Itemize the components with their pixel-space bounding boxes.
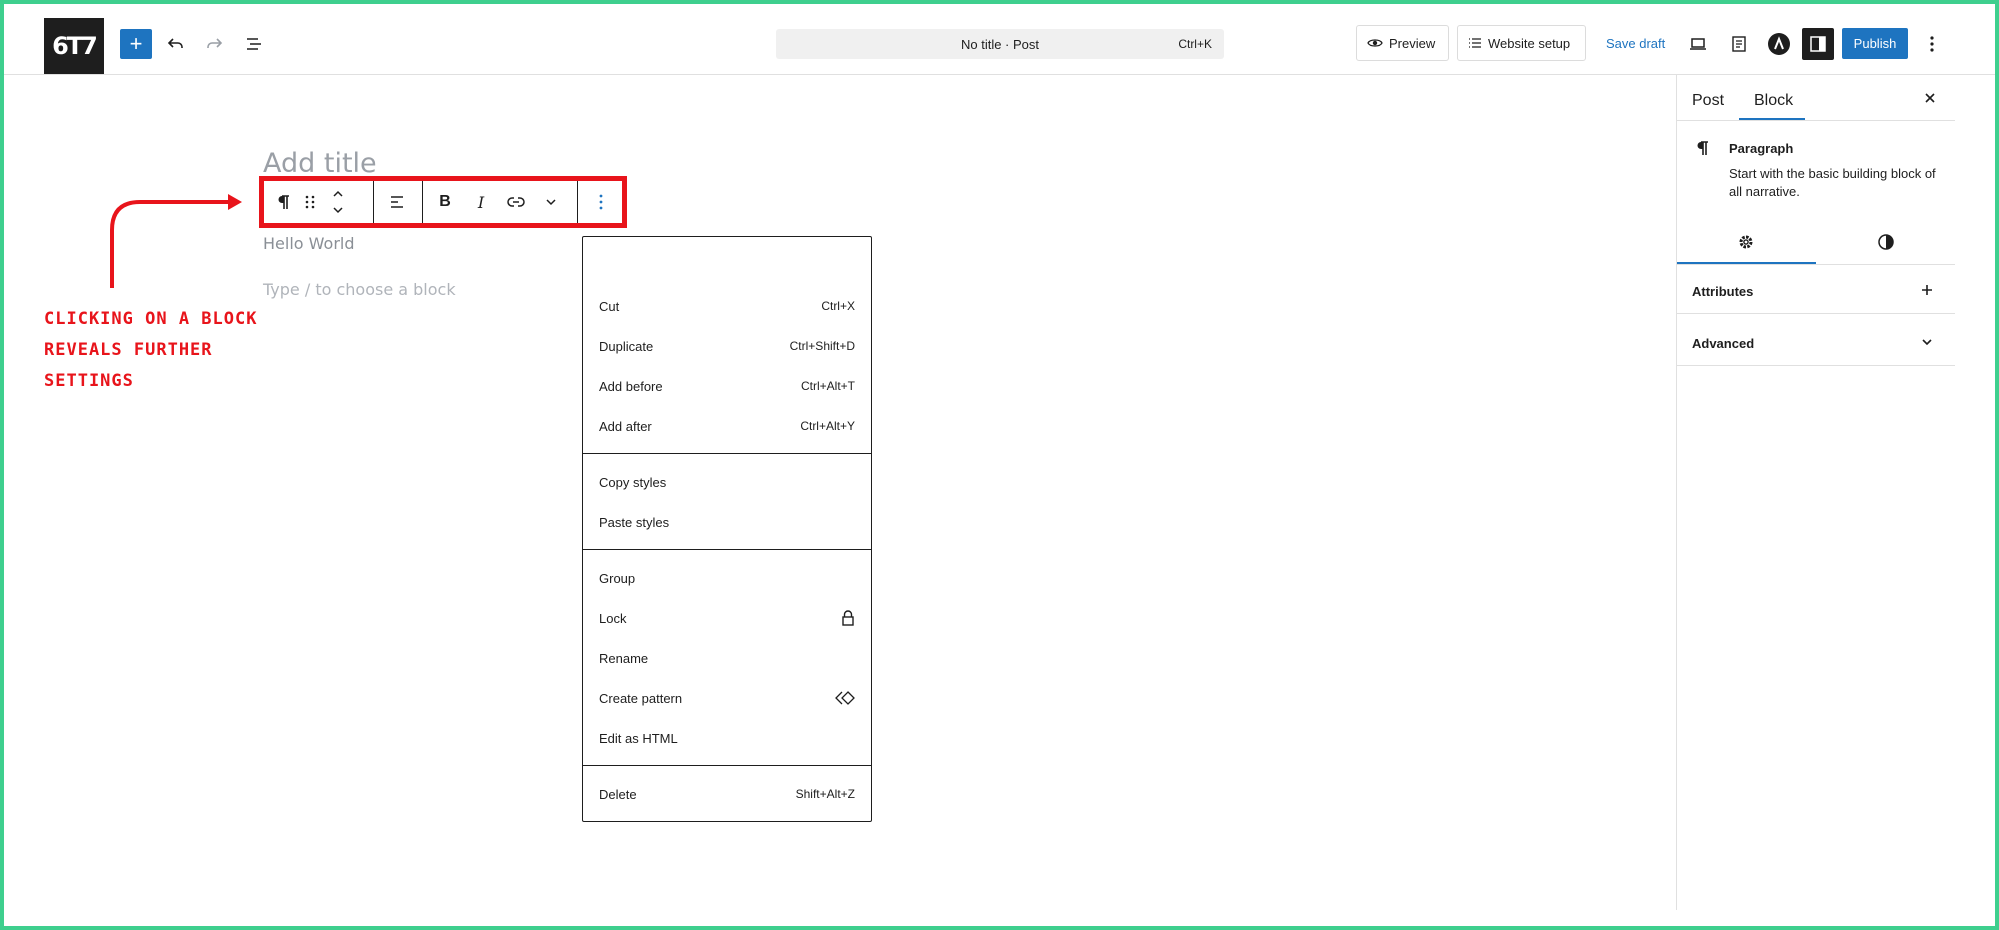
plus-icon xyxy=(1922,285,1932,295)
menu-item-paste-styles[interactable]: Paste styles xyxy=(599,512,855,532)
menu-item-label: Copy styles xyxy=(599,474,667,490)
laptop-icon xyxy=(1690,38,1706,50)
tab-post[interactable]: Post xyxy=(1692,92,1724,110)
menu-item-shortcut: Shift+Alt+Z xyxy=(795,787,855,801)
document-icon xyxy=(1732,36,1746,52)
menu-item-label: Paste styles xyxy=(599,514,670,530)
menu-item-shortcut: Ctrl+Shift+D xyxy=(789,339,855,353)
menu-item-shortcut: Ctrl+Alt+T xyxy=(800,379,855,393)
annotation-line: reveals further xyxy=(44,340,213,360)
redo-icon xyxy=(207,38,223,48)
post-title-placeholder[interactable]: Add title xyxy=(263,148,377,179)
command-palette-bar[interactable]: No title · Post Ctrl+K xyxy=(776,29,1224,59)
menu-item-group[interactable]: Group xyxy=(599,568,855,588)
block-card-description: Start with the basic building block of a… xyxy=(1729,166,1936,199)
add-attribute-button[interactable] xyxy=(1911,274,1943,306)
annotation-line: Clicking on a block xyxy=(44,309,258,329)
attributes-section-title[interactable]: Attributes xyxy=(1692,284,1753,299)
preview-label: Preview xyxy=(1389,35,1436,51)
save-draft-button[interactable]: Save draft xyxy=(1606,36,1665,51)
menu-item-label: Group xyxy=(599,570,636,586)
settings-sidebar-border xyxy=(1676,75,1677,910)
block-card-title: Paragraph xyxy=(1729,141,1794,156)
paragraph-icon xyxy=(1697,141,1708,155)
options-menu-button[interactable] xyxy=(1916,28,1948,60)
menu-item-shortcut: Ctrl+Alt+Y xyxy=(800,419,855,433)
annotation-text: Clicking on a block reveals further sett… xyxy=(44,304,264,397)
menu-item-edit-as-html[interactable]: Edit as HTML xyxy=(599,728,855,748)
toolbar-highlight-box xyxy=(259,176,627,228)
styles-subtab[interactable] xyxy=(1870,226,1902,258)
document-details-button[interactable] xyxy=(1723,28,1755,60)
menu-item-label: Lock xyxy=(599,610,627,626)
redo-button[interactable] xyxy=(198,28,230,60)
contrast-icon xyxy=(1878,234,1894,250)
eye-icon xyxy=(1367,39,1383,47)
menu-divider xyxy=(583,765,871,766)
advanced-toggle[interactable] xyxy=(1911,326,1943,358)
menu-divider xyxy=(583,453,871,454)
menu-item-add-before[interactable]: Add before Ctrl+Alt+T xyxy=(599,376,855,396)
menu-item-label: Edit as HTML xyxy=(599,730,678,746)
section-divider xyxy=(1677,365,1955,366)
more-vertical-icon xyxy=(1930,36,1934,52)
menu-item-label: Cut xyxy=(599,298,620,314)
menu-item-label: Create pattern xyxy=(599,690,683,706)
close-icon xyxy=(1925,93,1935,103)
advanced-section-title[interactable]: Advanced xyxy=(1692,336,1754,351)
settings-subtab[interactable] xyxy=(1730,226,1762,258)
menu-item-copy-styles[interactable]: Copy styles xyxy=(599,472,855,492)
annotation-line: settings xyxy=(44,371,134,391)
list-view-icon xyxy=(247,38,261,50)
publish-button[interactable]: Publish xyxy=(1842,28,1908,59)
menu-item-label: Duplicate xyxy=(599,338,654,354)
menu-item-label: Add before xyxy=(599,378,663,394)
chevron-down-icon xyxy=(1922,339,1932,346)
logo-text: 6T7 xyxy=(52,32,98,60)
lock-icon xyxy=(842,610,854,626)
annotation-arrow xyxy=(110,194,242,288)
gear-icon xyxy=(1739,235,1753,249)
menu-divider xyxy=(583,549,871,550)
sidebar-icon xyxy=(1810,36,1826,52)
pattern-icon xyxy=(835,691,855,705)
checklist-icon xyxy=(1469,38,1481,48)
menu-item-add-after[interactable]: Add after Ctrl+Alt+Y xyxy=(599,416,855,436)
menu-item-label: Delete xyxy=(599,786,637,802)
block-options-menu: Cut Ctrl+X Duplicate Ctrl+Shift+D Add befo… xyxy=(582,236,872,822)
menu-item-label: Add after xyxy=(599,418,652,434)
section-divider xyxy=(1677,313,1955,314)
preview-button[interactable]: Preview xyxy=(1356,25,1449,61)
tab-divider xyxy=(1677,120,1955,121)
publish-label: Publish xyxy=(1853,36,1897,51)
subtab-divider xyxy=(1677,264,1955,265)
undo-icon xyxy=(167,38,183,48)
menu-item-label: Rename xyxy=(599,650,649,666)
astra-logo-icon xyxy=(1768,33,1790,55)
menu-item-cut[interactable]: Cut Ctrl+X xyxy=(599,296,855,316)
command-shortcut: Ctrl+K xyxy=(1178,37,1212,51)
plus-icon: + xyxy=(129,31,143,56)
paragraph-block[interactable]: Hello World xyxy=(263,234,355,253)
tab-block[interactable]: Block xyxy=(1754,92,1793,110)
block-inserter-button[interactable]: + xyxy=(120,29,152,59)
close-sidebar-button[interactable] xyxy=(1914,82,1946,114)
block-appender-placeholder[interactable]: Type / to choose a block xyxy=(263,280,456,299)
menu-item-shortcut: Ctrl+X xyxy=(821,299,855,313)
site-logo[interactable]: 6T7 xyxy=(44,18,104,74)
menu-item-rename[interactable]: Rename xyxy=(599,648,855,668)
menu-item-lock[interactable]: Lock xyxy=(599,608,855,628)
settings-sidebar-toggle[interactable] xyxy=(1802,28,1834,60)
website-setup-label: Website setup xyxy=(1488,35,1571,51)
document-overview-button[interactable] xyxy=(238,28,270,60)
astra-settings-button[interactable] xyxy=(1763,28,1795,60)
website-setup-button[interactable]: Website setup xyxy=(1457,25,1586,61)
menu-item-create-pattern[interactable]: Create pattern xyxy=(599,688,855,708)
undo-button[interactable] xyxy=(160,28,192,60)
document-title: No title · Post xyxy=(960,37,1040,52)
view-device-button[interactable] xyxy=(1682,28,1714,60)
menu-item-duplicate[interactable]: Duplicate Ctrl+Shift+D xyxy=(599,336,855,356)
menu-item-delete[interactable]: Delete Shift+Alt+Z xyxy=(599,784,855,804)
